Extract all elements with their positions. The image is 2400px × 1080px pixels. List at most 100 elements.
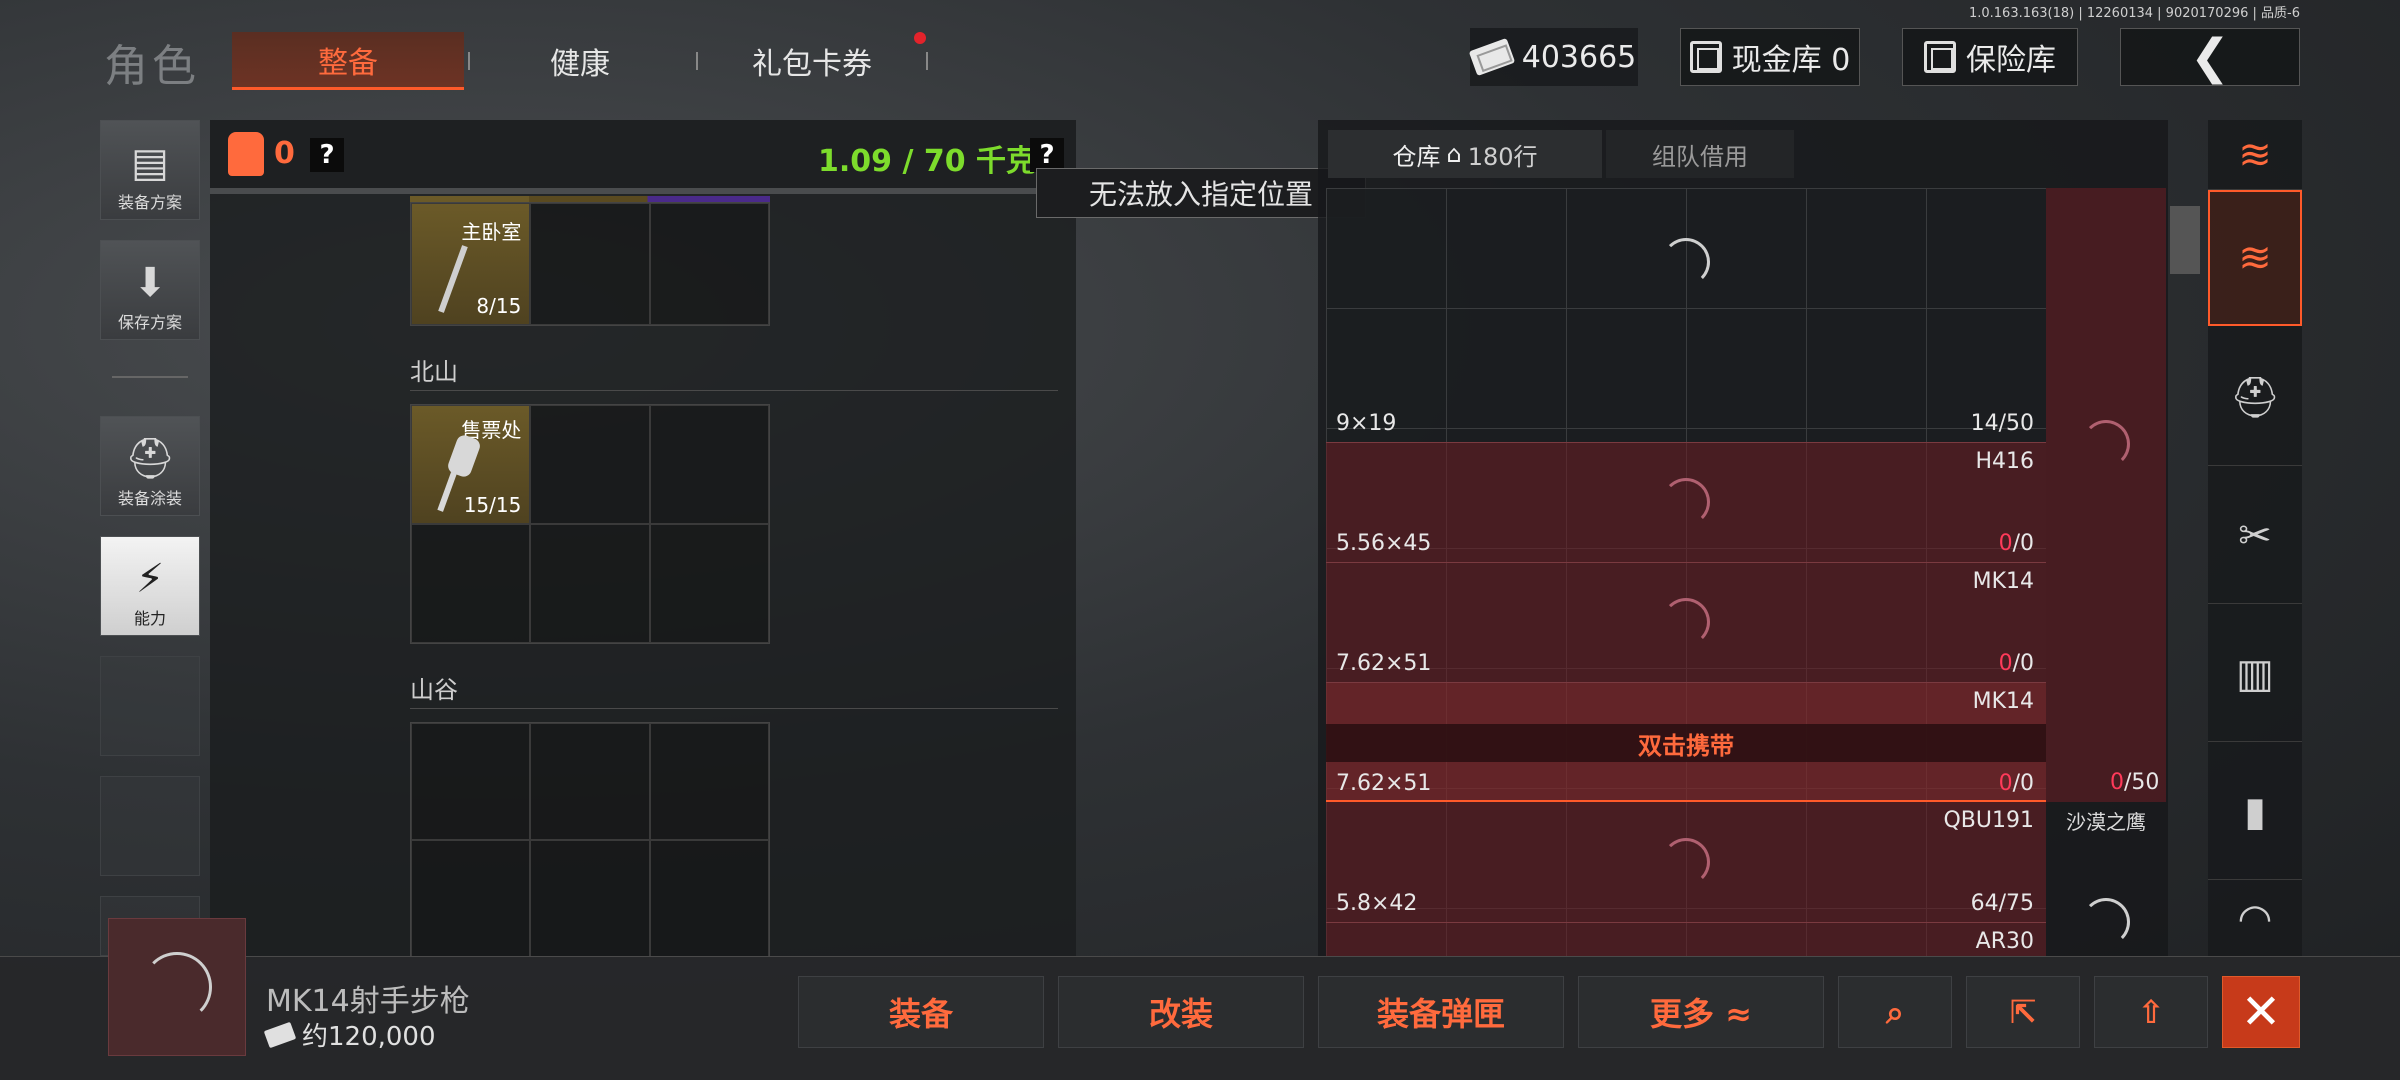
home-icon: ⌂ [1446,140,1462,168]
save-plan-label: 保存方案 [117,313,182,332]
rifle-icon[interactable]: ✂ [2208,468,2302,604]
section-divider [410,708,1058,709]
notification-dot [914,32,926,44]
key-item-master-bedroom[interactable]: 主卧室 8/15 [411,203,531,325]
item-count: 15/15 [463,493,522,517]
tab-separator [926,52,928,70]
cash-vault-button[interactable]: 现金库 0 [1680,28,1860,86]
weight-help-icon[interactable]: ? [1030,138,1064,172]
key-icon [438,245,468,313]
row-count: 0/0 [1999,531,2034,556]
warehouse-row[interactable]: AR30 [1326,922,2046,956]
row-count-current: 0 [1998,771,2013,796]
placement-tooltip: 无法放入指定位置 [1036,168,1366,218]
loading-spinner [2082,898,2130,946]
tab-gift-cards[interactable]: 礼包卡券 [712,32,912,90]
row-weapon-name: MK14 [1972,689,2034,714]
safe-label: 保险库 [1966,43,2056,78]
armor-count: 0 [274,136,295,171]
pistol-column[interactable] [2046,188,2166,802]
search-icon: ⌕ [1886,992,1904,1031]
tab-separator [468,52,470,70]
loadout-plan-button[interactable]: ▤ 装备方案 [100,120,200,220]
row-count-current: 64 [1970,891,1999,916]
loadout-plan-label: 装备方案 [117,193,182,212]
save-plan-button[interactable]: ⬇ 保存方案 [100,240,200,340]
currency-display: 403665 [1468,28,1638,86]
warehouse-rows: 180行 [1467,142,1538,171]
weight-display: 1.09 / 70 千克 [818,144,1037,179]
item-name: 主卧室 [461,220,522,244]
armor-icon [228,132,264,176]
vest-icon: ▤ [131,140,169,186]
equip-magazine-button[interactable]: 装备弹匣 [1318,976,1564,1048]
pistol-count-max: /50 [2124,770,2160,795]
download-icon: ⬇ [133,260,167,306]
sidebar-divider [112,376,188,378]
row-caliber: 7.62×51 [1336,651,1432,676]
row-count-max: /75 [1998,891,2034,916]
row-count: 0/0 [1999,771,2034,796]
key-icon-shaft [437,472,457,512]
cash-vault-label: 现金库 0 [1731,43,1851,78]
warehouse-row[interactable]: 9×19 14/50 [1326,322,2046,442]
tab-health[interactable]: 健康 [480,32,680,90]
back-button[interactable]: ❮ [2120,28,2300,86]
helmet-icon: ⛑ [124,436,176,482]
row-count-max: /0 [2012,651,2034,676]
row-caliber: 9×19 [1336,411,1397,436]
row-count-current: 0 [1998,651,2013,676]
row-count-current: 0 [1998,531,2013,556]
equip-button[interactable]: 装备 [798,976,1044,1048]
key-grid [410,722,770,958]
cash-icon [1468,37,1515,77]
key-item-ticket-office[interactable]: 售票处 15/15 [411,405,531,524]
row-weapon-name: MK14 [1972,569,2034,594]
more-category-icon[interactable]: ◠ [2208,882,2302,956]
share-icon: ⇧ [2137,993,2165,1031]
warehouse-scrollbar[interactable] [2170,206,2200,274]
item-count: 8/15 [476,294,522,318]
selected-item-price: 约120,000 [263,1016,436,1053]
cash-icon [263,1021,297,1048]
safe-button[interactable]: 保险库 [1902,28,2078,86]
row-count-max: /50 [1998,411,2034,436]
selected-item-thumbnail [108,918,246,1056]
row-weapon-name: AR30 [1975,929,2034,954]
bullet-icon[interactable]: ▮ [2208,744,2302,880]
armor-help-icon[interactable]: ? [310,138,344,172]
row-weapon-name: QBU191 [1943,808,2034,833]
equipment-skin-label: 装备涂装 [117,489,182,508]
key-grid: 售票处 15/15 [410,404,770,644]
equipment-skin-button[interactable]: ⛑ 装备涂装 [100,416,200,516]
ability-button[interactable]: ⚡ 能力 [100,536,200,636]
page-title: 角色 [104,41,200,92]
row-count: 64/75 [1971,891,2034,916]
tab-team-borrow[interactable]: 组队借用 [1606,130,1794,178]
currency-value: 403665 [1521,39,1637,75]
share-button[interactable]: ⇧ [2094,976,2208,1048]
pistol-name: 沙漠之鹰 [2066,810,2146,834]
safe-icon [1924,41,1956,73]
warehouse-tab-label: 仓库 [1392,142,1441,171]
loading-spinner [1662,598,1710,646]
row-weapon-name: H416 [1975,449,2034,474]
stack-sort-icon[interactable]: ≋ [2208,190,2302,326]
export-button[interactable]: ⇱ [1966,976,2080,1048]
loading-spinner [142,952,212,1022]
row-caliber: 7.62×51 [1336,771,1432,796]
helmet-icon[interactable]: ⛑ [2208,330,2302,466]
magazine-icon[interactable]: ▥ [2208,606,2302,742]
row-caliber: 5.56×45 [1336,531,1432,556]
more-button[interactable]: 更多 ≈ [1578,976,1824,1048]
stack-refresh-icon[interactable]: ≋ [2208,120,2302,190]
selected-item-name: MK14射手步枪 [266,984,470,1019]
modify-button[interactable]: 改装 [1058,976,1304,1048]
tab-equipment[interactable]: 整备 [232,32,464,90]
price-value: 约120,000 [302,1022,436,1052]
close-button[interactable]: ✕ [2222,976,2300,1048]
tab-warehouse[interactable]: 仓库 ⌂ 180行 [1328,130,1602,178]
search-button[interactable]: ⌕ [1838,976,1952,1048]
row-count: 14/50 [1971,411,2034,436]
section-label-north-mountain: 北山 [410,358,458,386]
